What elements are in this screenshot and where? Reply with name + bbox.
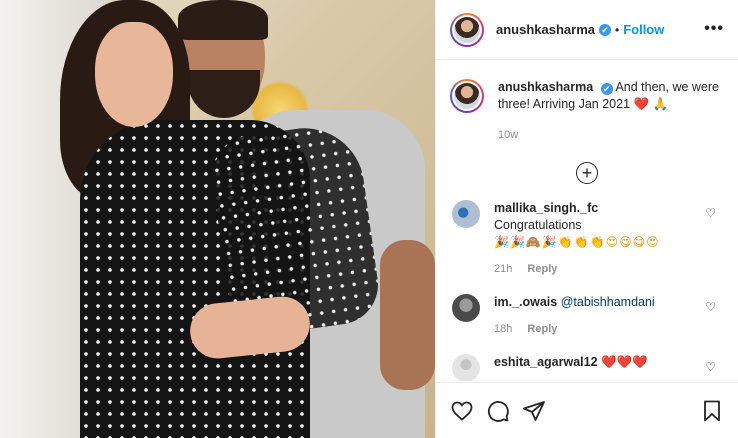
follow-button[interactable]: Follow	[623, 22, 664, 37]
folded-hands-emoji: 🙏	[652, 97, 669, 111]
comment-like-heart-icon[interactable]: ♡	[705, 300, 716, 314]
comment-avatar[interactable]	[452, 354, 480, 381]
caption-verified-icon: ✔	[600, 83, 613, 95]
comment-avatar[interactable]	[452, 200, 480, 228]
comment-username[interactable]: mallika_singh._fc	[494, 201, 598, 215]
post-header: anushkasharma ✔ • Follow •••	[436, 0, 738, 60]
reply-button[interactable]: Reply	[527, 263, 557, 275]
author-username[interactable]: anushkasharma	[496, 22, 595, 37]
comment-like-heart-icon[interactable]: ♡	[705, 206, 716, 220]
comment-timestamp[interactable]: 18h	[494, 323, 512, 335]
author-avatar-image	[454, 16, 480, 43]
post-photo[interactable]	[0, 0, 435, 438]
comment-mention-link[interactable]: @tabishhamdani	[561, 295, 655, 309]
comment-item: eshita_agarwal12 ❤️❤️❤️ ♡	[450, 354, 724, 381]
more-options-icon[interactable]: •••	[704, 20, 724, 38]
author-avatar[interactable]	[450, 12, 484, 47]
photo-woman-face	[95, 22, 173, 127]
caption-avatar-image	[454, 83, 480, 109]
comments-list[interactable]: anushkasharma ✔ And then, we were three!…	[436, 61, 738, 381]
comment-avatar[interactable]	[452, 294, 480, 322]
comment-emojis: ❤️❤️❤️	[601, 355, 648, 369]
comment-username[interactable]: im._.owais	[494, 295, 557, 309]
comment-icon[interactable]	[486, 399, 510, 423]
red-heart-emoji: ❤️	[633, 97, 650, 111]
bookmark-icon[interactable]	[700, 399, 724, 423]
post-side-panel: anushkasharma ✔ • Follow ••• anushkashar…	[435, 0, 738, 438]
comment-item: im._.owais @tabishhamdani 18h Reply ♡	[450, 294, 724, 338]
load-more-comments: +	[450, 162, 724, 184]
comment-text: Congratulations	[494, 218, 582, 232]
verified-badge-icon: ✔	[599, 23, 611, 36]
caption-username[interactable]: anushkasharma	[498, 80, 593, 94]
post-caption: anushkasharma ✔ And then, we were three!…	[450, 61, 724, 144]
caption-timestamp[interactable]: 10w	[498, 127, 724, 144]
load-more-plus-icon[interactable]: +	[576, 162, 598, 184]
comment-timestamp[interactable]: 21h	[494, 263, 512, 275]
photo-man-hair	[178, 0, 268, 40]
reply-button[interactable]: Reply	[527, 323, 557, 335]
comment-emojis: 🎉🎉🙈🎉👏👏👏😍😋😋😍	[494, 235, 660, 249]
share-icon[interactable]	[522, 399, 546, 423]
photo-man-arm	[380, 240, 435, 390]
comment-item: mallika_singh._fc Congratulations 🎉🎉🙈🎉👏👏…	[450, 200, 724, 278]
post-actions-bar	[436, 382, 738, 438]
comment-username[interactable]: eshita_agarwal12	[494, 355, 598, 369]
caption-avatar[interactable]	[450, 79, 484, 113]
heart-icon[interactable]	[450, 399, 474, 423]
separator-dot: •	[615, 22, 620, 37]
instagram-post: anushkasharma ✔ • Follow ••• anushkashar…	[0, 0, 738, 438]
comment-like-heart-icon[interactable]: ♡	[705, 360, 716, 374]
